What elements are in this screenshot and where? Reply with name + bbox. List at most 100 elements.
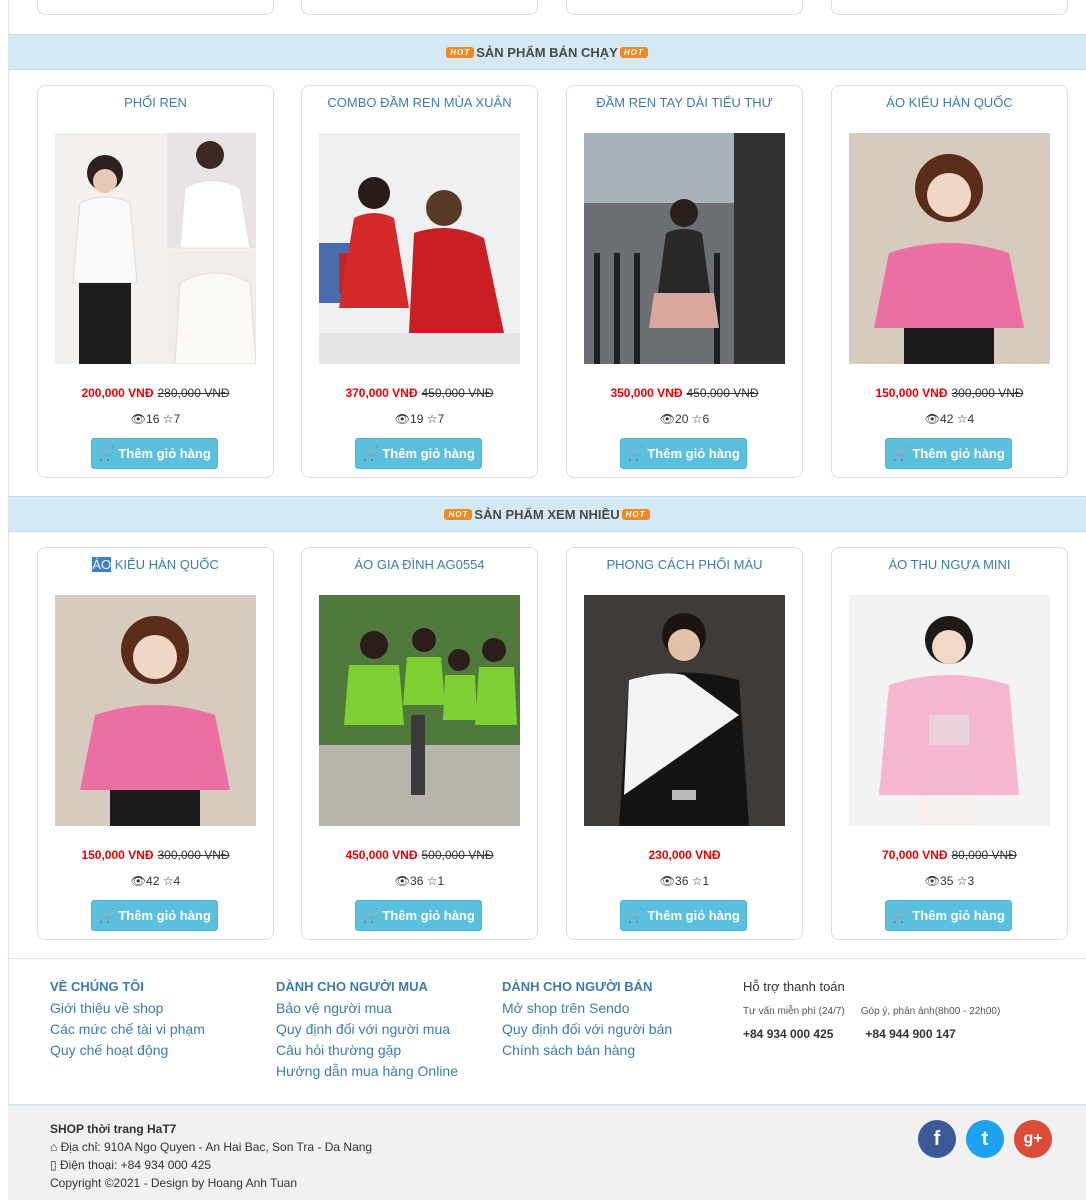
feedback-phone[interactable]: +84 944 900 147 <box>865 1027 955 1041</box>
twitter-icon[interactable]: t <box>966 1120 1004 1158</box>
add-to-cart-button[interactable]: 🛒 Thêm giỏ hàng <box>620 900 747 931</box>
product-image[interactable] <box>584 595 785 826</box>
product-card[interactable]: ĐẦM REN TAY DÀI TIỂU THƯ 350,000 VNĐ 450,… <box>566 85 803 478</box>
star-count: 1 <box>702 874 710 888</box>
footer-link[interactable]: Bảo vệ người mua <box>276 998 458 1019</box>
product-name[interactable]: ĐẦM REN TAY DÀI TIỂU THƯ <box>567 95 802 110</box>
star-count: 7 <box>437 412 445 426</box>
product-image[interactable] <box>849 133 1050 364</box>
star-icon: ☆ <box>426 412 438 426</box>
product-image[interactable] <box>55 595 256 826</box>
free-consult-phone[interactable]: +84 934 000 425 <box>743 1027 833 1041</box>
add-to-cart-button[interactable]: 🛒 Thêm giỏ hàng <box>355 900 482 931</box>
prev-card-stub <box>566 0 803 15</box>
product-price: 150,000 VNĐ 300,000 VNĐ <box>832 386 1067 400</box>
product-card[interactable]: ÁO GIA ĐÌNH AG0554 450,000 VNĐ 500,000 VN… <box>301 547 538 940</box>
product-card[interactable]: PHONG CÁCH PHỐI MÀU 230,000 VNĐ 👁36 ☆1 🛒… <box>566 547 803 940</box>
star-icon: ☆ <box>691 412 703 426</box>
old-price: 80,000 VNĐ <box>951 848 1017 862</box>
footer-link[interactable]: Mở shop trên Sendo <box>502 998 672 1019</box>
footer-link[interactable]: Các mức chế tài vi phạm <box>50 1019 205 1040</box>
product-stats: 👁42 ☆4 <box>38 874 273 888</box>
hot-badge-icon: HOT <box>621 508 650 520</box>
shop-phone: Điện thoại: +84 934 000 425 <box>59 1158 212 1172</box>
product-card[interactable]: ÁO KIỂU HÀN QUỐC 150,000 VNĐ 300,000 VNĐ … <box>831 85 1068 478</box>
cart-icon: 🛒 <box>892 445 909 461</box>
eye-icon: 👁 <box>130 874 147 888</box>
add-to-cart-label: Thêm giỏ hàng <box>118 908 211 923</box>
old-price: 450,000 VNĐ <box>421 386 494 400</box>
add-to-cart-button[interactable]: 🛒 Thêm giỏ hàng <box>885 438 1012 469</box>
product-card[interactable]: ÁO THU NGỰA MINI 70,000 VNĐ 80,000 VNĐ 👁3… <box>831 547 1068 940</box>
add-to-cart-button[interactable]: 🛒 Thêm giỏ hàng <box>91 438 218 469</box>
product-price: 230,000 VNĐ <box>567 848 802 862</box>
star-icon: ☆ <box>162 412 174 426</box>
product-card[interactable]: PHỐI REN 200,000 VNĐ 280,000 VNĐ 👁16 ☆7 🛒… <box>37 85 274 478</box>
product-name[interactable]: ÁO KIỂU HÀN QUỐC <box>832 95 1067 110</box>
section-label: SẢN PHẨM BÁN CHẠY <box>476 44 618 60</box>
product-name[interactable]: PHONG CÁCH PHỐI MÀU <box>567 557 802 572</box>
product-stats: 👁20 ☆6 <box>567 412 802 426</box>
footer-col-about: VỀ CHÚNG TÔI Giới thiệu về shop Các mức … <box>50 979 205 1061</box>
most-viewed-bar: HOT SẢN PHẨM XEM NHIỀU HOT <box>8 496 1086 532</box>
footer-link[interactable]: Quy định đối với người mua <box>276 1019 458 1040</box>
footer-link[interactable]: Hướng dẫn mua hàng Online <box>276 1061 458 1082</box>
facebook-icon[interactable]: f <box>918 1120 956 1158</box>
star-icon: ☆ <box>956 874 968 888</box>
product-card[interactable]: COMBO ĐẦM REN MÙA XUÂN 370,000 VNĐ 450,00… <box>301 85 538 478</box>
product-name[interactable]: ÁO KIỂU HÀN QUỐC <box>38 557 273 572</box>
product-price: 350,000 VNĐ 450,000 VNĐ <box>567 386 802 400</box>
add-to-cart-label: Thêm giỏ hàng <box>912 908 1005 923</box>
product-card[interactable]: ÁO KIỂU HÀN QUỐC 150,000 VNĐ 300,000 VNĐ … <box>37 547 274 940</box>
view-count: 20 <box>675 412 689 426</box>
eye-icon: 👁 <box>659 874 676 888</box>
product-name[interactable]: ÁO GIA ĐÌNH AG0554 <box>302 557 537 572</box>
add-to-cart-label: Thêm giỏ hàng <box>382 446 475 461</box>
cart-icon: 🛒 <box>362 907 379 923</box>
product-name[interactable]: PHỐI REN <box>38 95 273 110</box>
new-price: 70,000 VNĐ <box>882 848 948 862</box>
product-image[interactable] <box>319 595 520 826</box>
new-price: 450,000 VNĐ <box>345 848 418 862</box>
footer-link[interactable]: Chính sách bán hàng <box>502 1040 672 1061</box>
free-consult-label: Tư vấn miễn phí (24/7) <box>743 1006 845 1017</box>
footer-heading: DÀNH CHO NGƯỜI BÁN <box>502 979 653 994</box>
cart-icon: 🛒 <box>98 907 115 923</box>
add-to-cart-button[interactable]: 🛒 Thêm giỏ hàng <box>355 438 482 469</box>
product-price: 150,000 VNĐ 300,000 VNĐ <box>38 848 273 862</box>
product-image[interactable] <box>584 133 785 364</box>
support-title: Hỗ trợ thanh toán <box>743 979 845 994</box>
add-to-cart-button[interactable]: 🛒 Thêm giỏ hàng <box>620 438 747 469</box>
shop-info: SHOP thời trang HaT7 ⌂ Địa chỉ: 910A Ngo… <box>50 1120 372 1192</box>
prev-card-stub <box>301 0 538 15</box>
add-to-cart-label: Thêm giỏ hàng <box>382 908 475 923</box>
product-stats: 👁42 ☆4 <box>832 412 1067 426</box>
product-image[interactable] <box>55 133 256 364</box>
eye-icon: 👁 <box>394 412 411 426</box>
shop-address: Địa chỉ: 910A Ngo Quyen - An Hai Bac, So… <box>60 1140 373 1154</box>
copyright: Copyright ©2021 - Design by Hoang Anh Tu… <box>50 1176 297 1190</box>
cart-icon: 🛒 <box>892 907 909 923</box>
product-name[interactable]: COMBO ĐẦM REN MÙA XUÂN <box>302 95 537 110</box>
feedback-label: Góp ý, phản ánh(8h00 - 22h00) <box>860 1006 1001 1017</box>
product-image[interactable] <box>319 133 520 364</box>
eye-icon: 👁 <box>924 874 941 888</box>
product-stats: 👁35 ☆3 <box>832 874 1067 888</box>
footer-link[interactable]: Quy định đối với người bán <box>502 1019 672 1040</box>
add-to-cart-button[interactable]: 🛒 Thêm giỏ hàng <box>885 900 1012 931</box>
new-price: 150,000 VNĐ <box>875 386 948 400</box>
google-plus-icon[interactable]: g+ <box>1014 1120 1052 1158</box>
footer-link[interactable]: Quy chế hoạt động <box>50 1040 205 1061</box>
footer-link[interactable]: Câu hỏi thường gặp <box>276 1040 458 1061</box>
add-to-cart-label: Thêm giỏ hàng <box>647 908 740 923</box>
footer-link[interactable]: Giới thiệu về shop <box>50 998 205 1019</box>
star-count: 4 <box>967 412 975 426</box>
product-image[interactable] <box>849 595 1050 826</box>
product-name[interactable]: ÁO THU NGỰA MINI <box>832 557 1067 572</box>
add-to-cart-button[interactable]: 🛒 Thêm giỏ hàng <box>91 900 218 931</box>
new-price: 200,000 VNĐ <box>81 386 154 400</box>
eye-icon: 👁 <box>394 874 411 888</box>
old-price: 280,000 VNĐ <box>157 386 230 400</box>
view-count: 16 <box>146 412 160 426</box>
star-icon: ☆ <box>162 874 174 888</box>
